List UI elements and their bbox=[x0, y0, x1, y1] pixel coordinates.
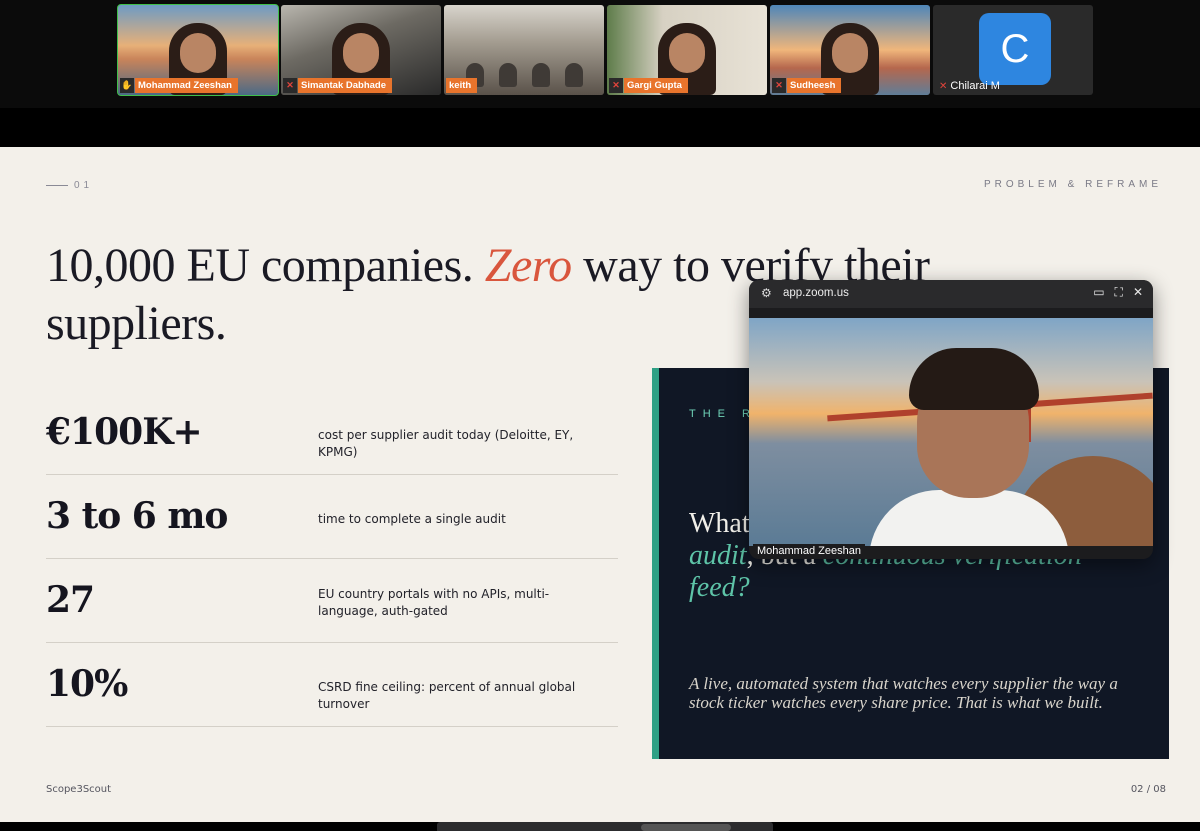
participant-nametag: ✕ Sudheesh bbox=[772, 78, 842, 93]
participant-tile[interactable]: C ✕ Chilarai M bbox=[933, 5, 1093, 95]
participant-tile[interactable]: keith bbox=[444, 5, 604, 95]
panel-kicker: THE R bbox=[689, 408, 757, 420]
participant-nametag: ✕ Simantak Dabhade bbox=[283, 78, 392, 93]
expand-icon[interactable]: ⛶ bbox=[1115, 285, 1123, 300]
participant-name: Simantak Dabhade bbox=[298, 78, 392, 93]
mic-muted-icon: ✕ bbox=[609, 78, 623, 93]
stat-value: 27 bbox=[46, 579, 95, 621]
pip-controls: ▭ ⛶ ✕ bbox=[1093, 285, 1143, 300]
settings-icon[interactable]: ⚙ bbox=[761, 286, 772, 300]
headline-emphasis: Zero bbox=[484, 239, 572, 292]
participant-name: Gargi Gupta bbox=[624, 78, 688, 93]
pip-titlebar[interactable]: ⚙ app.zoom.us ▭ ⛶ ✕ bbox=[749, 280, 1153, 308]
pip-window[interactable]: ⚙ app.zoom.us ▭ ⛶ ✕ Mohammad Zeeshan bbox=[749, 280, 1153, 559]
question-emphasis: audit bbox=[689, 540, 747, 571]
stat-description: cost per supplier audit today (Deloitte,… bbox=[318, 428, 574, 459]
stat-row: 10% CSRD fine ceiling: percent of annual… bbox=[46, 643, 618, 727]
participant-nametag: ✕ Chilarai M bbox=[939, 80, 1000, 92]
page-counter: 02 / 08 bbox=[1130, 784, 1166, 795]
participant-name: Sudheesh bbox=[787, 78, 842, 93]
slide-number: 01 bbox=[46, 180, 93, 191]
camera-icon[interactable]: ▭ bbox=[1093, 285, 1104, 300]
participant-nametag: ✋ Mohammad Zeeshan bbox=[120, 78, 238, 93]
participant-nametag: keith bbox=[446, 78, 478, 93]
participant-nametag: ✕ Gargi Gupta bbox=[609, 78, 688, 93]
hand-raise-icon: ✋ bbox=[120, 78, 134, 93]
participant-tile[interactable]: ✕ Sudheesh bbox=[770, 5, 930, 95]
stat-description: time to complete a single audit bbox=[318, 512, 506, 526]
participant-name: Chilarai M bbox=[950, 80, 1000, 92]
stat-row: 27 EU country portals with no APIs, mult… bbox=[46, 559, 618, 643]
footer-brand: Scope3Scout bbox=[46, 784, 112, 795]
stat-description: CSRD fine ceiling: percent of annual glo… bbox=[318, 680, 576, 711]
headline-text: 10,000 EU companies. bbox=[46, 239, 485, 292]
participant-name: Mohammad Zeeshan bbox=[135, 78, 238, 93]
speaker-video bbox=[749, 318, 1153, 546]
stat-value: 10% bbox=[46, 663, 128, 705]
section-label: PROBLEM & REFRAME bbox=[983, 179, 1162, 190]
mic-muted-icon: ✕ bbox=[772, 78, 786, 93]
participant-tiles: ✋ Mohammad Zeeshan ✕ Simantak Dabhade ke… bbox=[117, 4, 1093, 97]
participant-tile[interactable]: ✕ Simantak Dabhade bbox=[281, 5, 441, 95]
stats-list: €100K+ cost per supplier audit today (De… bbox=[46, 391, 618, 727]
question-text: What bbox=[689, 508, 750, 539]
mic-muted-icon: ✕ bbox=[939, 80, 948, 92]
toolbar-handle[interactable] bbox=[641, 824, 731, 831]
speaker-name: Mohammad Zeeshan bbox=[753, 544, 865, 558]
video-strip: ✋ Mohammad Zeeshan ✕ Simantak Dabhade ke… bbox=[0, 0, 1200, 108]
stat-row: €100K+ cost per supplier audit today (De… bbox=[46, 391, 618, 475]
mic-muted-icon: ✕ bbox=[283, 78, 297, 93]
slide-number-text: 01 bbox=[74, 180, 94, 191]
participant-tile[interactable]: ✋ Mohammad Zeeshan bbox=[117, 4, 279, 96]
pip-url: app.zoom.us bbox=[783, 287, 849, 299]
stat-value: 3 to 6 mo bbox=[46, 495, 228, 537]
participant-tile[interactable]: ✕ Gargi Gupta bbox=[607, 5, 767, 95]
panel-body: A live, automated system that watches ev… bbox=[689, 674, 1118, 712]
participant-name: keith bbox=[446, 78, 478, 93]
stat-value: €100K+ bbox=[46, 411, 203, 453]
divider bbox=[46, 185, 68, 186]
close-icon[interactable]: ✕ bbox=[1133, 285, 1143, 300]
stat-description: EU country portals with no APIs, multi-l… bbox=[318, 587, 550, 618]
stat-row: 3 to 6 mo time to complete a single audi… bbox=[46, 475, 618, 559]
avatar: C bbox=[979, 13, 1051, 85]
